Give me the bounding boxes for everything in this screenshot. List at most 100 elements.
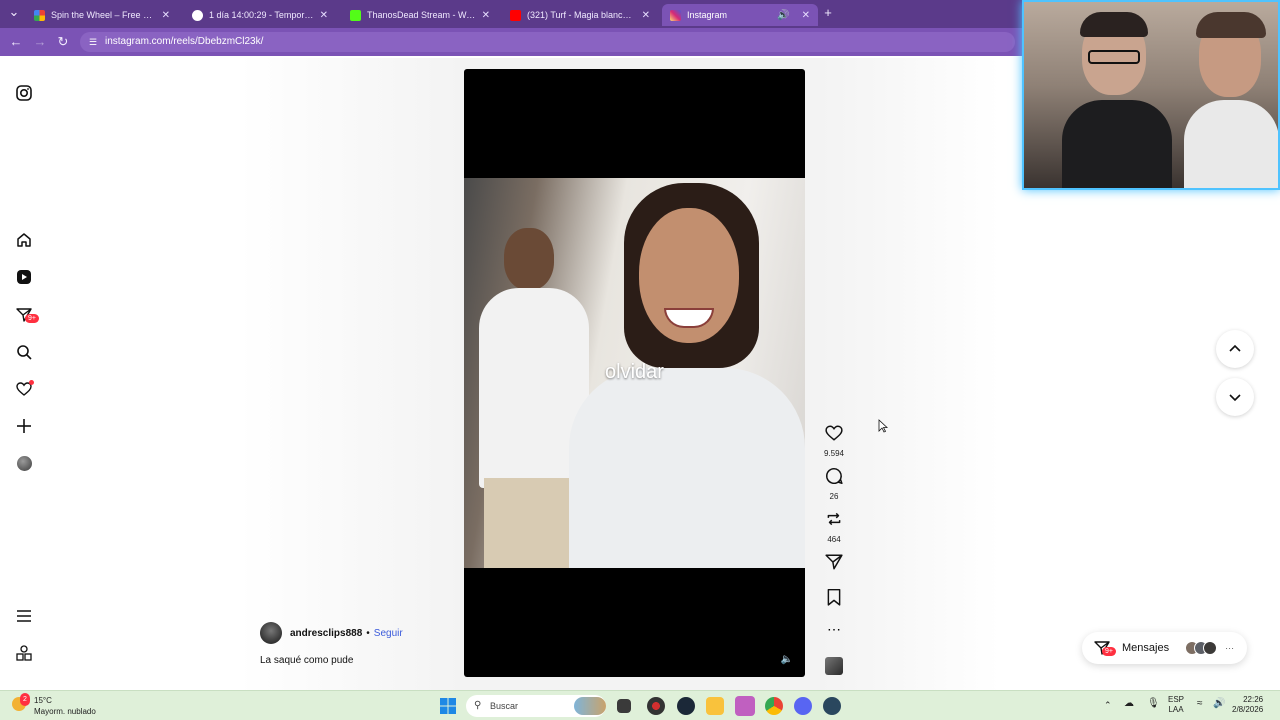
home-icon[interactable] — [14, 230, 34, 250]
microphone-icon[interactable]: 🎙 — [1147, 699, 1160, 709]
reel-author: andresclips888 • Seguir — [260, 622, 403, 644]
clock-date: 2/8/2026 — [1232, 705, 1264, 714]
tray-overflow-chevron-icon[interactable]: ⌃ — [1104, 700, 1112, 710]
comments-count: 26 — [829, 492, 839, 501]
avatar — [1203, 641, 1218, 655]
steam-client-icon[interactable] — [823, 697, 841, 715]
tab-instagram[interactable]: Instagram 🔊 ✕ — [662, 4, 818, 26]
next-reel-button[interactable] — [1216, 378, 1254, 416]
twitch-obs-icon[interactable] — [735, 696, 755, 716]
chrome-icon[interactable] — [765, 697, 783, 715]
tab-label: ThanosDead Stream - Watch Li — [367, 10, 476, 20]
weather-widget[interactable]: 2 15°C Mayorm. nublado — [12, 693, 96, 717]
search-icon[interactable] — [14, 342, 34, 362]
app-icon-recorder[interactable] — [647, 697, 665, 715]
url-text: instagram.com/reels/DbebzmCl23k/ — [105, 36, 264, 47]
windows-start-icon[interactable] — [439, 697, 457, 715]
tab-favicon — [192, 9, 203, 21]
like-button[interactable]: 9.594 — [822, 424, 846, 458]
windows-taskbar: 2 15°C Mayorm. nublado ⚲ Buscar ⌃ ☁ 🎙 ES… — [0, 690, 1280, 720]
direct-messages-icon: 9+ — [1094, 640, 1116, 656]
tab-favicon — [350, 9, 361, 21]
new-tab-plus-icon[interactable]: + — [820, 5, 836, 21]
more-avatars-icon: ··· — [1225, 643, 1235, 653]
separator-dot: • — [366, 627, 370, 639]
close-icon[interactable]: ✕ — [320, 10, 328, 21]
direct-messages-icon[interactable]: 9+ — [14, 305, 39, 325]
speaker-icon[interactable]: 🔊 — [777, 10, 789, 21]
author-username[interactable]: andresclips888 — [290, 628, 362, 639]
clock[interactable]: 22:26 2/8/2026 — [1232, 695, 1263, 715]
create-plus-icon[interactable] — [14, 416, 34, 436]
keyboard-layout: LAA — [1168, 705, 1184, 714]
mute-speaker-icon[interactable]: 🔈 — [781, 654, 793, 665]
site-info-icon[interactable]: ☰ — [89, 32, 97, 52]
weather-badge: 2 — [20, 693, 30, 706]
repost-icon — [827, 512, 841, 526]
tab-timer[interactable]: 1 día 14:00:29 - Temporizador O ✕ — [184, 4, 336, 26]
save-button[interactable] — [822, 588, 846, 611]
bookmark-icon — [827, 588, 841, 606]
previous-reel-button[interactable] — [1216, 330, 1254, 368]
streamer-right-figure — [1184, 12, 1278, 188]
forward-arrow-icon[interactable]: → — [32, 34, 48, 50]
tab-search-chevron-icon[interactable]: ⌄ — [6, 4, 22, 20]
weather-condition: Mayorm. nublado — [34, 707, 96, 716]
temperature: 15°C — [34, 696, 52, 705]
reel-subtitle-text: olvidar — [605, 361, 664, 383]
reload-icon[interactable]: ↻ — [55, 34, 71, 50]
chevron-up-icon — [1229, 344, 1241, 352]
activity-heart-icon[interactable] — [14, 379, 34, 399]
language-indicator[interactable]: ESP LAA — [1168, 695, 1184, 715]
streamer-left-figure — [1062, 12, 1172, 188]
tab-spin-the-wheel[interactable]: Spin the Wheel – Free Wheel Sp ✕ — [26, 4, 178, 26]
tab-label: Instagram — [687, 10, 728, 20]
instagram-logo-icon[interactable] — [14, 83, 34, 103]
network-off-icon[interactable]: ☁ — [1124, 699, 1134, 709]
author-avatar[interactable] — [260, 622, 282, 644]
wifi-icon[interactable]: ≈ — [1197, 699, 1203, 709]
close-icon[interactable]: ✕ — [642, 10, 650, 21]
tab-label: (321) Turf - Magia blanca (vide — [527, 10, 636, 20]
messages-avatars — [1185, 641, 1218, 655]
tab-youtube-video[interactable]: (321) Turf - Magia blanca (vide ✕ — [502, 4, 658, 26]
menu-hamburger-icon[interactable] — [14, 606, 34, 626]
steam-icon[interactable] — [677, 697, 695, 715]
volume-icon[interactable]: 🔊 — [1213, 699, 1225, 709]
tab-favicon — [670, 9, 681, 21]
tab-kick-stream[interactable]: ThanosDead Stream - Watch Li ✕ — [342, 4, 498, 26]
more-apps-icon[interactable] — [14, 643, 34, 663]
repost-button[interactable]: 464 — [822, 510, 846, 544]
messages-badge: 9+ — [1102, 647, 1116, 656]
discord-icon[interactable] — [794, 697, 812, 715]
search-icon: ⚲ — [474, 700, 482, 711]
task-view-icon[interactable] — [617, 699, 631, 713]
follow-button[interactable]: Seguir — [374, 628, 403, 639]
mouse-cursor-icon — [878, 419, 888, 433]
close-icon[interactable]: ✕ — [482, 10, 490, 21]
taskbar-search-input[interactable]: ⚲ Buscar — [466, 695, 606, 717]
back-arrow-icon[interactable]: ← — [8, 34, 24, 50]
close-icon[interactable]: ✕ — [162, 10, 170, 21]
reel-video-player[interactable]: olvidar 🔈 — [464, 69, 805, 677]
language-code: ESP — [1168, 695, 1185, 704]
reel-caption: La saqué como pude — [260, 655, 354, 666]
chevron-down-icon — [1229, 394, 1241, 402]
tab-favicon — [510, 9, 521, 21]
clock-time: 22:26 — [1243, 695, 1264, 704]
share-button[interactable] — [822, 553, 846, 576]
comment-button[interactable]: 26 — [822, 467, 846, 501]
profile-avatar[interactable] — [14, 453, 34, 473]
close-icon[interactable]: ✕ — [802, 10, 810, 21]
more-options-icon[interactable]: ⋯ — [822, 622, 846, 636]
messages-label: Mensajes — [1122, 642, 1170, 654]
likes-count: 9.594 — [823, 449, 845, 458]
url-input[interactable]: ☰ instagram.com/reels/DbebzmCl23k/ — [80, 32, 1015, 52]
reposts-count: 464 — [827, 535, 841, 544]
heart-icon — [825, 425, 843, 441]
notifications-badge: 9+ — [25, 314, 39, 323]
audio-thumbnail[interactable] — [822, 657, 846, 675]
messages-button[interactable]: 9+ Mensajes ··· — [1082, 632, 1247, 664]
file-explorer-icon[interactable] — [706, 697, 724, 715]
reels-icon[interactable] — [14, 267, 34, 287]
